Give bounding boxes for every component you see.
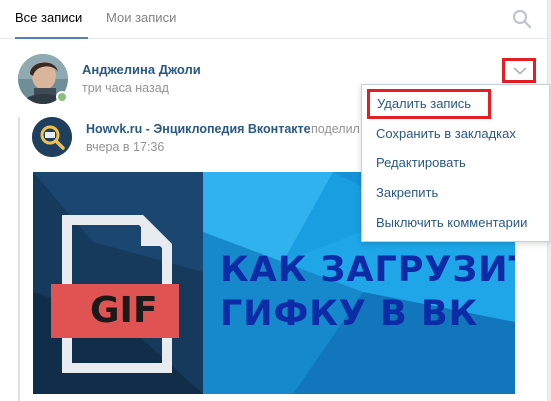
tab-my-posts[interactable]: Мои записи [106, 0, 176, 39]
menu-item-save-bookmark[interactable]: Сохранить в закладках [362, 119, 551, 149]
repost-timestamp[interactable]: вчера в 17:36 [86, 140, 164, 154]
repost-action-text: поделил [311, 122, 360, 136]
repost-divider [18, 117, 20, 401]
banner-title-line-1: КАК ЗАГРУЗИТЬ [220, 250, 515, 290]
menu-item-delete-post[interactable]: Удалить запись [367, 89, 491, 119]
repost-source-avatar[interactable] [32, 117, 72, 157]
tab-all-posts[interactable]: Все записи [15, 0, 88, 39]
menu-item-pin[interactable]: Закрепить [362, 178, 551, 208]
menu-item-disable-comments[interactable]: Выключить комментарии [362, 208, 551, 238]
online-indicator [56, 91, 68, 103]
wall-card: Все записи Мои записи Анджелина Джоли тр… [0, 0, 550, 401]
post-actions-menu: Удалить запись Сохранить в закладках Ред… [361, 84, 550, 242]
gif-badge: GIF [90, 290, 158, 331]
menu-item-edit[interactable]: Редактировать [362, 148, 551, 178]
post-menu-button[interactable] [502, 58, 536, 83]
banner-title-line-2: ГИФКУ В ВК [220, 294, 479, 334]
chevron-down-icon [513, 67, 527, 75]
post-author-name[interactable]: Анджелина Джоли [82, 62, 201, 77]
wall-tabs: Все записи Мои записи [0, 0, 548, 39]
search-icon[interactable] [511, 8, 533, 30]
repost-source-name[interactable]: Howvk.ru - Энциклопедия Вконтакте [86, 122, 311, 136]
post-timestamp[interactable]: три часа назад [82, 81, 169, 95]
